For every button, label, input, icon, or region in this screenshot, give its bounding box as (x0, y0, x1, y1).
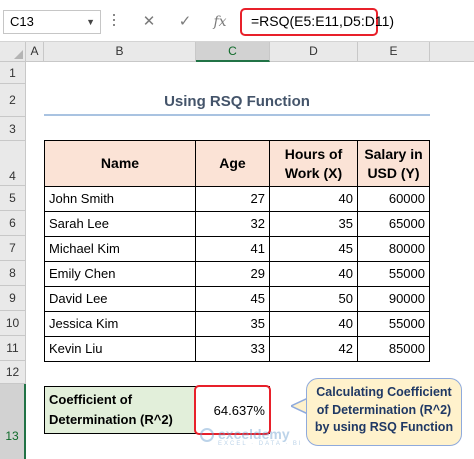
cell-age[interactable]: 33 (196, 337, 270, 362)
cell-name[interactable]: Jessica Kim (44, 312, 196, 337)
cell-hours[interactable]: 45 (270, 237, 358, 262)
cell-salary[interactable]: 80000 (358, 237, 430, 262)
name-box[interactable]: C13 ▼ (3, 10, 101, 34)
cell-name[interactable]: Michael Kim (44, 237, 196, 262)
row-header-6[interactable]: 6 (0, 211, 26, 236)
cell-salary[interactable]: 55000 (358, 262, 430, 287)
cell-age[interactable]: 45 (196, 287, 270, 312)
cell-salary[interactable]: 90000 (358, 287, 430, 312)
sheet-title: Using RSQ Function (44, 90, 430, 116)
cell-salary[interactable]: 60000 (358, 187, 430, 212)
row-header-8[interactable]: 8 (0, 261, 26, 286)
cell-salary[interactable]: 55000 (358, 312, 430, 337)
column-header-e[interactable]: E (358, 42, 430, 62)
header-name[interactable]: Name (44, 140, 196, 187)
callout-note: Calculating Coefficient of Determination… (306, 378, 462, 446)
cell-age[interactable]: 41 (196, 237, 270, 262)
cell-salary[interactable]: 85000 (358, 337, 430, 362)
row-header-3[interactable]: 3 (0, 117, 26, 141)
cell-name[interactable]: David Lee (44, 287, 196, 312)
cell-hours[interactable]: 35 (270, 212, 358, 237)
column-header-c[interactable]: C (196, 42, 270, 62)
cancel-icon[interactable]: ✕ (136, 10, 162, 34)
enter-icon[interactable]: ✓ (172, 10, 198, 34)
column-header-a[interactable]: A (26, 42, 44, 62)
select-all-triangle-icon (14, 50, 23, 59)
cell-name[interactable]: Emily Chen (44, 262, 196, 287)
cell-hours[interactable]: 42 (270, 337, 358, 362)
cell-age[interactable]: 35 (196, 312, 270, 337)
insert-function-icon[interactable]: fx (207, 10, 233, 34)
cell-name[interactable]: Sarah Lee (44, 212, 196, 237)
column-header-b[interactable]: B (44, 42, 196, 62)
header-age[interactable]: Age (196, 140, 270, 187)
row-header-4[interactable]: 4 (0, 141, 26, 186)
row-header-7[interactable]: 7 (0, 236, 26, 261)
row-header-5[interactable]: 5 (0, 186, 26, 211)
exceldemy-logo-icon (200, 428, 214, 443)
header-salary[interactable]: Salary in USD (Y) (358, 140, 430, 187)
name-box-value: C13 (10, 14, 34, 29)
row-header-13[interactable]: 13 (0, 384, 26, 459)
cell-hours[interactable]: 40 (270, 187, 358, 212)
coefficient-label[interactable]: Coefficient of Determination (R^2) (44, 386, 196, 434)
cell-salary[interactable]: 65000 (358, 212, 430, 237)
cell-name[interactable]: John Smith (44, 187, 196, 212)
row-header-11[interactable]: 11 (0, 336, 26, 361)
cell-age[interactable]: 29 (196, 262, 270, 287)
watermark-brand: exceldemy (218, 426, 290, 442)
select-all-button[interactable] (0, 42, 26, 62)
watermark-tagline: EXCEL · DATA · BI (218, 441, 303, 447)
row-header-2[interactable]: 2 (0, 84, 26, 117)
worksheet-grid: A B C D E 1 2 3 4 5 6 7 8 9 10 11 12 13 … (0, 42, 474, 459)
cell-hours[interactable]: 50 (270, 287, 358, 312)
cell-age[interactable]: 32 (196, 212, 270, 237)
row-header-9[interactable]: 9 (0, 286, 26, 311)
cell-hours[interactable]: 40 (270, 262, 358, 287)
row-header-12[interactable]: 12 (0, 361, 26, 384)
column-header-blank (430, 42, 474, 62)
formula-bar: C13 ▼ ✕ ✓ fx =RSQ(E5:E11,D5:D11) (0, 0, 474, 42)
cell-hours[interactable]: 40 (270, 312, 358, 337)
header-hours[interactable]: Hours of Work (X) (270, 140, 358, 187)
column-header-d[interactable]: D (270, 42, 358, 62)
row-header-10[interactable]: 10 (0, 311, 26, 336)
row-header-1[interactable]: 1 (0, 62, 26, 84)
cell-age[interactable]: 27 (196, 187, 270, 212)
chevron-down-icon[interactable]: ▼ (86, 11, 95, 33)
formula-input[interactable]: =RSQ(E5:E11,D5:D11) (240, 8, 394, 36)
cell-name[interactable]: Kevin Liu (44, 337, 196, 362)
drag-handle-icon[interactable] (113, 14, 116, 30)
